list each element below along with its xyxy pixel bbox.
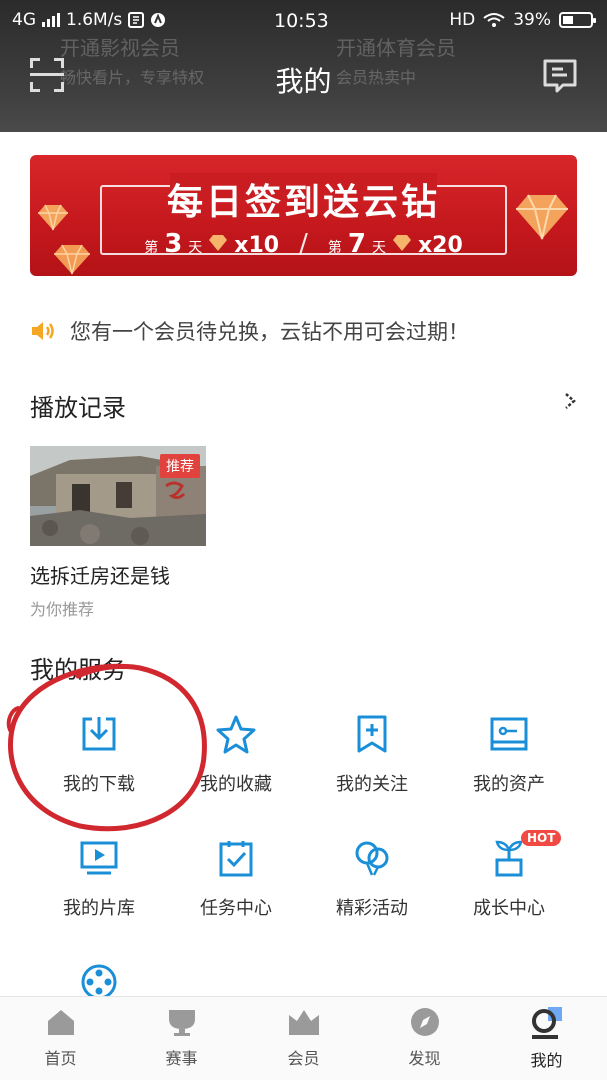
balloon-icon: [355, 841, 389, 876]
nav-label: 首页: [44, 1049, 77, 1068]
status-bar: 4G 1.6M/s 10:53 HD 39%: [0, 8, 607, 36]
message-icon[interactable]: [543, 59, 577, 93]
nav-events[interactable]: 赛事: [121, 1007, 242, 1069]
clipboard-check-icon: [219, 841, 253, 877]
tv-play-icon: [80, 841, 118, 875]
compass-icon: [410, 1008, 439, 1036]
service-label: 任务中心: [200, 898, 272, 919]
service-growth-center[interactable]: HOT 成长中心: [441, 830, 577, 920]
nav-label: 发现: [408, 1049, 441, 1068]
day1-number: 3: [164, 229, 183, 259]
promo-sports-title[interactable]: 开通体育会员: [336, 32, 456, 61]
wallet-icon: [490, 717, 528, 751]
bottom-nav: 首页 赛事 会员 发现 我的: [0, 996, 607, 1080]
nav-mine[interactable]: 我的: [486, 1007, 607, 1071]
battery-percent: 39%: [513, 10, 551, 30]
download-icon: [82, 717, 116, 751]
service-label: 成长中心: [473, 898, 545, 919]
diamond-icon: [209, 235, 228, 251]
status-time: 10:53: [274, 10, 329, 32]
service-label: 我的下载: [63, 774, 135, 795]
banner-title: 每日签到送云钻: [166, 182, 440, 223]
notification-icon: [128, 12, 145, 28]
speaker-icon: [32, 322, 54, 340]
signal-icon: [42, 13, 60, 27]
reward-divider: /: [299, 229, 308, 259]
bookmark-plus-icon: [357, 715, 387, 753]
cup-icon: [168, 1010, 195, 1036]
video-subtitle: 为你推荐: [30, 600, 95, 619]
nav-label: 赛事: [165, 1049, 198, 1068]
member-notice[interactable]: 您有一个会员待兑换，云钻不用可会过期！: [30, 316, 469, 346]
day2-number: 7: [347, 229, 366, 259]
page-title: 我的: [275, 65, 332, 98]
recommend-tag: 推荐: [160, 454, 200, 478]
wifi-icon: [483, 13, 505, 27]
service-label: 精彩活动: [336, 898, 408, 919]
service-task-center[interactable]: 任务中心: [168, 838, 304, 920]
service-label: 我的关注: [336, 774, 408, 795]
service-my-library[interactable]: 我的片库: [31, 838, 167, 920]
diamond-icon: [392, 235, 411, 251]
app-status-icon: [151, 13, 166, 27]
day1-suffix: 天: [188, 240, 203, 256]
battery-icon: [559, 12, 596, 28]
nav-home[interactable]: 首页: [0, 1007, 121, 1069]
reward2-amount: x20: [417, 233, 463, 258]
notice-text: 您有一个会员待兑换，云钻不用可会过期！: [70, 320, 469, 344]
nav-label: 会员: [287, 1049, 320, 1068]
home-icon: [47, 1010, 74, 1035]
service-label: 我的收藏: [200, 774, 272, 795]
services-section-title: 我的服务: [30, 656, 126, 684]
profile-icon: [531, 1007, 562, 1039]
video-title[interactable]: 选拆迁房还是钱: [30, 560, 170, 589]
day2-suffix: 天: [371, 240, 386, 256]
nav-discover[interactable]: 发现: [364, 1007, 485, 1069]
network-speed: 1.6M/s: [66, 10, 123, 30]
top-header: 开通影视会员 畅快看片，专享特权 开通体育会员 会员热卖中 4G 1.6M/s …: [0, 0, 607, 132]
service-label: 我的片库: [63, 898, 135, 919]
reward1-amount: x10: [234, 233, 280, 258]
checkin-banner[interactable]: 每日签到送云钻 第 3 天 x10 / 第 7 天 x20: [30, 155, 577, 276]
service-my-assets[interactable]: 我的资产: [441, 714, 577, 796]
service-events[interactable]: 精彩活动: [304, 838, 440, 920]
day2-prefix: 第: [327, 240, 342, 256]
service-my-favorites[interactable]: 我的收藏: [168, 714, 304, 796]
video-thumbnail[interactable]: 推荐: [30, 446, 206, 546]
nav-vip[interactable]: 会员: [243, 1007, 364, 1069]
hd-indicator: HD: [449, 10, 476, 30]
service-my-downloads[interactable]: 我的下载: [31, 714, 167, 796]
more-arrow-icon[interactable]: [563, 392, 577, 410]
hot-badge: HOT: [521, 830, 562, 846]
crown-icon: [288, 1010, 319, 1035]
nav-label: 我的: [530, 1051, 563, 1070]
playback-section-title: 播放记录: [30, 394, 126, 422]
day1-prefix: 第: [144, 240, 159, 256]
promo-video-title[interactable]: 开通影视会员: [60, 32, 180, 61]
network-type: 4G: [12, 10, 36, 30]
star-icon: [216, 715, 256, 754]
banner-rewards: 第 3 天 x10 / 第 7 天 x20: [30, 229, 577, 259]
service-label: 我的资产: [473, 774, 545, 795]
service-my-follows[interactable]: 我的关注: [304, 714, 440, 796]
